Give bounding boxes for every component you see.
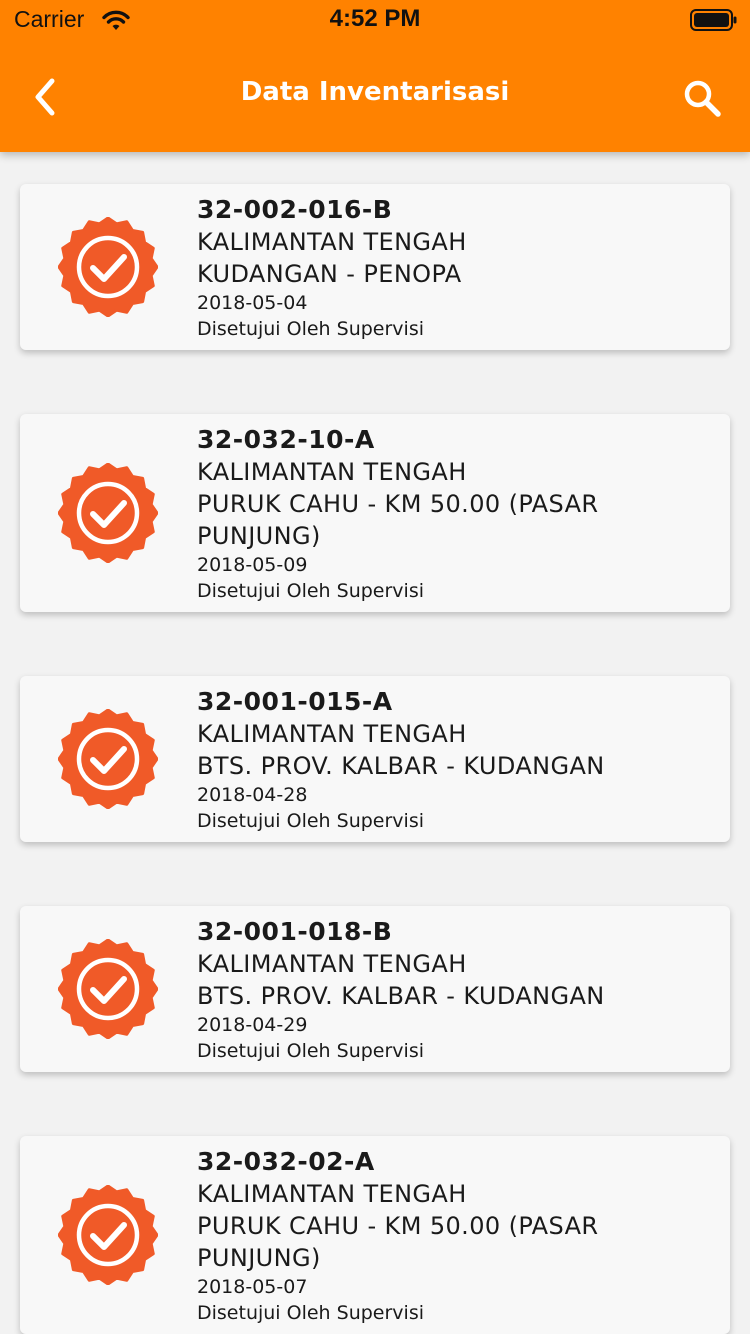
item-code: 32-002-016-B <box>197 195 393 224</box>
item-status: Disetujui Oleh Supervisi <box>197 1040 424 1062</box>
page-title: Data Inventarisasi <box>240 77 510 107</box>
item-province: KALIMANTAN TENGAH <box>197 1180 467 1208</box>
item-route: PUNJUNG) <box>197 522 321 550</box>
app-bar: Carrier 4:52 PM Data Inventarisasi <box>0 0 750 152</box>
item-status: Disetujui Oleh Supervisi <box>197 1302 424 1324</box>
item-status: Disetujui Oleh Supervisi <box>197 810 424 832</box>
status-bar: Carrier 4:52 PM <box>0 0 750 40</box>
item-code: 32-032-10-A <box>197 425 375 454</box>
item-province: KALIMANTAN TENGAH <box>197 950 467 978</box>
status-time: 4:52 PM <box>329 5 421 32</box>
back-button[interactable] <box>20 72 70 122</box>
item-route: PUNJUNG) <box>197 1244 321 1272</box>
item-province: KALIMANTAN TENGAH <box>197 458 467 486</box>
item-status: Disetujui Oleh Supervisi <box>197 318 424 340</box>
item-date: 2018-04-28 <box>197 784 308 806</box>
item-route: KUDANGAN - PENOPA <box>197 260 462 288</box>
item-province: KALIMANTAN TENGAH <box>197 720 467 748</box>
item-code: 32-001-015-A <box>197 687 393 716</box>
item-code: 32-001-018-B <box>197 917 393 946</box>
item-date: 2018-05-04 <box>197 292 308 314</box>
search-button[interactable] <box>676 72 728 124</box>
item-route: PURUK CAHU - KM 50.00 (PASAR <box>197 490 599 518</box>
card-details: 32-002-016-B KALIMANTAN TENGAH KUDANGAN - … <box>197 194 717 342</box>
inventory-card[interactable]: 32-032-02-A KALIMANTAN TENGAH PURUK CAHU -… <box>20 1136 730 1334</box>
card-details: 32-032-10-A KALIMANTAN TENGAH PURUK CAHU -… <box>197 424 717 604</box>
item-route: BTS. PROV. KALBAR - KUDANGAN <box>197 752 605 780</box>
item-code: 32-032-02-A <box>197 1147 375 1176</box>
item-province: KALIMANTAN TENGAH <box>197 228 467 256</box>
approved-badge-icon <box>57 938 159 1040</box>
approved-badge-icon <box>57 1184 159 1286</box>
item-route: BTS. PROV. KALBAR - KUDANGAN <box>197 982 605 1010</box>
approved-badge-icon <box>57 462 159 564</box>
inventory-card[interactable]: 32-001-015-A KALIMANTAN TENGAH BTS. PROV. … <box>20 676 730 842</box>
battery-icon <box>690 9 737 31</box>
inventory-card[interactable]: 32-002-016-B KALIMANTAN TENGAH KUDANGAN - … <box>20 184 730 350</box>
search-icon <box>684 80 721 117</box>
approved-badge-icon <box>57 216 159 318</box>
item-date: 2018-05-09 <box>197 554 308 576</box>
inventory-card[interactable]: 32-032-10-A KALIMANTAN TENGAH PURUK CAHU -… <box>20 414 730 612</box>
card-details: 32-032-02-A KALIMANTAN TENGAH PURUK CAHU -… <box>197 1146 717 1326</box>
inventory-card[interactable]: 32-001-018-B KALIMANTAN TENGAH BTS. PROV. … <box>20 906 730 1072</box>
chevron-left-icon <box>35 78 55 116</box>
approved-badge-icon <box>57 708 159 810</box>
item-date: 2018-05-07 <box>197 1276 308 1298</box>
item-route: PURUK CAHU - KM 50.00 (PASAR <box>197 1212 599 1240</box>
item-date: 2018-04-29 <box>197 1014 308 1036</box>
item-status: Disetujui Oleh Supervisi <box>197 580 424 602</box>
card-details: 32-001-015-A KALIMANTAN TENGAH BTS. PROV. … <box>197 686 717 834</box>
card-details: 32-001-018-B KALIMANTAN TENGAH BTS. PROV. … <box>197 916 717 1064</box>
